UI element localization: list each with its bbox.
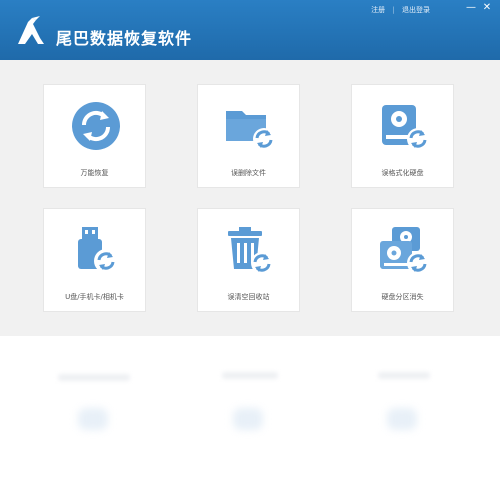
usb-card-icon: [78, 227, 118, 273]
reflection-shape: [387, 408, 417, 430]
reflection-shape: [222, 372, 278, 379]
card-lost-partition[interactable]: 硬盘分区消失: [351, 208, 454, 312]
app-title: 尾巴数据恢复软件: [56, 29, 193, 48]
reflection-shape: [78, 408, 108, 430]
reflection-shape: [233, 408, 263, 430]
card-label: 硬盘分区消失: [381, 293, 424, 301]
card-usb-phone-camera[interactable]: U盘/手机卡/相机卡: [43, 208, 146, 312]
card-label: 万能恢复: [80, 169, 109, 177]
link-divider: |: [392, 6, 395, 14]
recycle-bin-icon: [228, 227, 273, 274]
partition-lost-icon: [380, 227, 429, 274]
format-disk-icon: [382, 105, 429, 150]
card-label: 误删除文件: [231, 169, 266, 177]
reflection-area: [0, 336, 500, 482]
app-logo-icon: [18, 16, 44, 44]
feature-panel: 万能恢复 误删除文件 误格式化硬盘 U盘/手机卡/相机卡 误清空回收站 硬盘分区…: [0, 60, 500, 336]
reflection-shape: [378, 372, 430, 379]
register-link[interactable]: 注册: [371, 6, 385, 14]
title-bar: 尾巴数据恢复软件 注册 | 退出登录 — ✕: [0, 0, 500, 60]
card-recycle-bin[interactable]: 误清空回收站: [197, 208, 300, 312]
card-deleted-files[interactable]: 误删除文件: [197, 84, 300, 188]
header-links: 注册 | 退出登录: [371, 5, 430, 15]
deleted-file-icon: [226, 111, 275, 150]
card-universal-recovery[interactable]: 万能恢复: [43, 84, 146, 188]
register-code-link[interactable]: 退出登录: [402, 6, 430, 14]
card-label: 误清空回收站: [227, 293, 270, 301]
recover-icon: [72, 102, 120, 150]
card-label: U盘/手机卡/相机卡: [65, 293, 124, 301]
card-formatted-disk[interactable]: 误格式化硬盘: [351, 84, 454, 188]
card-label: 误格式化硬盘: [381, 169, 424, 177]
close-button[interactable]: ✕: [480, 2, 494, 14]
reflection-shape: [58, 374, 130, 381]
window-controls: — ✕: [464, 2, 494, 14]
minimize-button[interactable]: —: [464, 2, 478, 14]
